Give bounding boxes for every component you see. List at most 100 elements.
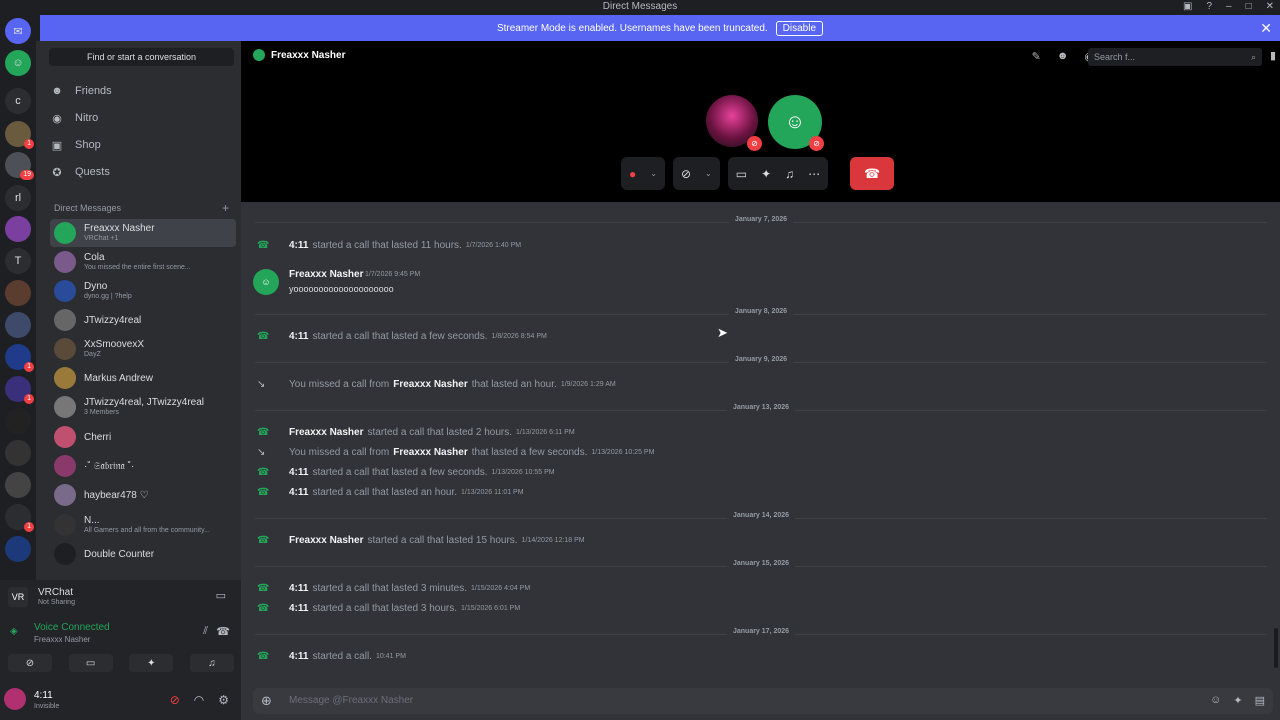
soundboard-icon[interactable]: ♫ — [189, 654, 234, 672]
server-icon[interactable] — [5, 312, 31, 338]
window-controls: ▣ ? – □ ✕ — [1183, 0, 1274, 13]
nav-item-nitro[interactable]: ◉ Nitro — [50, 106, 235, 130]
date-label: January 8, 2026 — [728, 308, 794, 315]
call-author[interactable]: 4:11 — [289, 651, 308, 662]
dm-text: JTwizzy4real, JTwizzy4real 3 Members — [84, 397, 204, 417]
dm-list-item[interactable]: Cherri — [50, 423, 236, 451]
server-icon[interactable]: 1 — [5, 376, 34, 404]
dm-list-item[interactable]: JTwizzy4real — [50, 306, 236, 334]
add-attachment-icon[interactable]: ⊕ — [261, 693, 272, 709]
apps-icon[interactable]: ✦ — [1233, 694, 1242, 707]
server-icon[interactable] — [5, 472, 31, 498]
nav-item-quests[interactable]: ✪ Quests — [50, 160, 235, 184]
message-composer[interactable]: ⊕ Message @Freaxxx Nasher ☺ ✦ ▤ — [253, 688, 1273, 714]
hang-up-button[interactable]: ☎ — [850, 157, 895, 190]
call-author[interactable]: Freaxxx Nasher — [393, 379, 468, 390]
share-screen-icon[interactable]: ▭ — [216, 589, 226, 602]
server-icon[interactable]: rl — [5, 185, 31, 211]
voice-channel-name[interactable]: Freaxxx Nasher — [34, 635, 90, 644]
gift-icon[interactable]: ▤ — [1255, 694, 1265, 707]
server-icon[interactable] — [5, 440, 31, 466]
call-author[interactable]: 4:11 — [289, 583, 308, 594]
inbox-icon[interactable]: ▮ — [1270, 49, 1276, 62]
screen-share-icon[interactable]: ▭ — [736, 167, 747, 181]
server-icon[interactable] — [5, 280, 31, 306]
dm-list-item[interactable]: XxSmoovexX DayZ — [50, 335, 236, 363]
composer-placeholder[interactable]: Message @Freaxxx Nasher — [289, 695, 413, 706]
dm-list-item[interactable]: haybear478 ♡ — [50, 481, 236, 509]
call-author[interactable]: 4:11 — [289, 467, 308, 478]
headphones-icon[interactable]: ◠ — [194, 693, 204, 707]
call-author[interactable]: 4:11 — [289, 331, 308, 342]
dm-list-item[interactable]: ·˚ 𝔖𝔞𝔟𝔯𝔦𝔫𝔞 ˚· — [50, 452, 236, 480]
callee-avatar[interactable]: ☺ ⊘ — [768, 95, 824, 151]
call-author[interactable]: Freaxxx Nasher — [289, 535, 364, 546]
signal-icon[interactable]: ◈ — [10, 626, 18, 637]
message-body: yoooooooooooooooooooo — [289, 284, 394, 294]
disconnect-icon[interactable]: ☎ — [216, 625, 230, 638]
maximize-button[interactable]: □ — [1246, 0, 1252, 13]
mic-toggle-icon[interactable]: ● — [629, 167, 636, 181]
add-friends-icon[interactable]: ☻ — [1057, 50, 1069, 63]
server-icon[interactable]: c — [5, 88, 31, 114]
home-button[interactable]: ✉ — [5, 18, 31, 44]
find-conversation-button[interactable]: Find or start a conversation — [49, 48, 234, 66]
chevron-down-icon[interactable]: ⌄ — [705, 169, 712, 178]
server-icon[interactable] — [5, 216, 31, 242]
dm-list-item[interactable]: Cola You missed the entire first scene... — [50, 248, 236, 276]
help-icon[interactable]: ? — [1206, 0, 1212, 13]
screen-share-icon[interactable]: ▭ — [68, 654, 113, 672]
settings-gear-icon[interactable]: ⚙ — [218, 693, 229, 707]
activities-icon[interactable]: ✦ — [761, 167, 771, 181]
create-dm-icon[interactable]: + — [222, 201, 229, 215]
chevron-down-icon[interactable]: ⌄ — [650, 169, 657, 178]
voice-connected-label[interactable]: Voice Connected — [34, 622, 110, 633]
dm-list-item[interactable]: Double Counter — [50, 540, 236, 568]
more-options-icon[interactable]: ⋯ — [808, 167, 820, 181]
message: ☺ Freaxxx Nasher 1/7/2026 9:45 PM yooooo… — [253, 269, 753, 305]
server-icon[interactable]: 1 — [5, 121, 34, 149]
server-icon[interactable] — [5, 536, 31, 562]
call-text: started a call that lasted a few seconds… — [312, 466, 488, 478]
close-window-button[interactable]: ✕ — [1266, 0, 1274, 13]
dm-list-item[interactable]: Freaxxx Nasher VRChat +1 — [50, 219, 236, 247]
scrollbar[interactable] — [1274, 628, 1278, 668]
dm-list-item[interactable]: Markus Andrew — [50, 364, 236, 392]
username[interactable]: 4:11 — [34, 690, 53, 701]
close-icon[interactable]: ✕ — [1260, 20, 1272, 37]
call-author[interactable]: 4:11 — [289, 240, 308, 251]
mic-muted-icon[interactable]: ⊘ — [170, 693, 180, 707]
minimize-button[interactable]: – — [1226, 0, 1232, 13]
dm-list-item[interactable]: JTwizzy4real, JTwizzy4real 3 Members — [50, 393, 236, 421]
dm-list-item[interactable]: N... All Gamers and all from the communit… — [50, 511, 236, 539]
call-author[interactable]: 4:11 — [289, 487, 308, 498]
call-author[interactable]: Freaxxx Nasher — [393, 447, 468, 458]
disable-button[interactable]: Disable — [775, 20, 824, 36]
message-author[interactable]: Freaxxx Nasher — [289, 269, 364, 280]
server-icon[interactable]: 1 — [5, 504, 34, 532]
server-icon[interactable]: T — [5, 248, 31, 274]
dm-subtitle: DayZ — [84, 351, 101, 358]
camera-off-icon[interactable]: ⊘ — [681, 167, 691, 181]
nav-item-shop[interactable]: ▣ Shop — [50, 133, 235, 157]
home-dm-avatar[interactable]: ☺ — [5, 50, 31, 76]
inbox-icon[interactable]: ▣ — [1183, 0, 1192, 13]
noise-suppression-icon[interactable]: ⫽ — [203, 625, 208, 638]
camera-off-icon[interactable]: ⊘ — [8, 654, 52, 672]
activities-icon[interactable]: ✦ — [129, 654, 174, 672]
avatar[interactable] — [4, 688, 26, 710]
call-author[interactable]: Freaxxx Nasher — [289, 427, 364, 438]
server-icon[interactable]: 19 — [5, 152, 34, 180]
pin-icon[interactable]: ✎ — [1032, 50, 1041, 63]
caller-avatar[interactable]: ⊘ — [706, 95, 762, 151]
emoji-icon[interactable]: ☺ — [1210, 694, 1221, 707]
soundboard-icon[interactable]: ♫ — [785, 167, 794, 181]
server-icon[interactable] — [5, 408, 31, 434]
dm-list-item[interactable]: Dyno dyno.gg | ?help — [50, 277, 236, 305]
message-avatar[interactable]: ☺ — [253, 269, 279, 295]
search-input[interactable]: Search f... ⌕ — [1088, 48, 1262, 66]
nav-item-friends[interactable]: ☻ Friends — [50, 79, 235, 103]
server-icon[interactable]: 1 — [5, 344, 34, 372]
call-author[interactable]: 4:11 — [289, 603, 308, 614]
server-list: ✉ ☺ c 1 19 rl T 1 1 1 — [0, 14, 36, 580]
